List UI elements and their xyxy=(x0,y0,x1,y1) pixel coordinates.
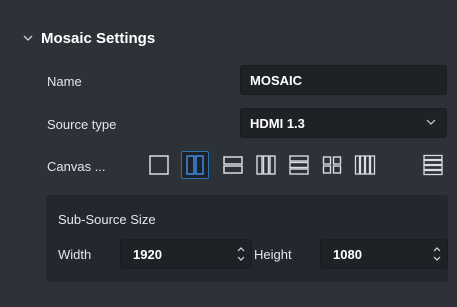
section-header-mosaic-settings[interactable]: Mosaic Settings xyxy=(0,22,457,56)
height-label: Height xyxy=(254,247,292,262)
section-title: Mosaic Settings xyxy=(41,30,156,47)
source-type-label: Source type xyxy=(47,117,117,132)
height-input[interactable]: 1080 xyxy=(320,239,448,269)
sub-source-size-panel: Sub-Source Size Width 1920 Height 1080 xyxy=(46,195,448,282)
height-value: 1080 xyxy=(333,246,362,262)
layout-split-horizontal-2-icon xyxy=(223,156,243,174)
layout-split-vertical-2-icon xyxy=(186,155,204,175)
layout-split-vertical-4-icon xyxy=(354,155,376,175)
layout-split-vertical-4-button[interactable] xyxy=(351,151,379,179)
layout-single-button[interactable] xyxy=(145,151,173,179)
sub-source-size-title: Sub-Source Size xyxy=(58,212,156,227)
layout-split-horizontal-2-button[interactable] xyxy=(219,151,247,179)
spinner-icon[interactable] xyxy=(237,245,245,263)
source-type-value: HDMI 1.3 xyxy=(250,115,305,131)
chevron-down-icon xyxy=(426,119,436,125)
chevron-down-icon xyxy=(23,35,33,41)
layout-split-vertical-2-button[interactable] xyxy=(181,151,209,179)
name-input[interactable]: MOSAIC xyxy=(240,65,447,95)
source-type-select[interactable]: HDMI 1.3 xyxy=(240,108,447,138)
name-label: Name xyxy=(47,74,82,89)
width-value: 1920 xyxy=(133,246,162,262)
layout-grid-2x2-icon xyxy=(322,156,342,174)
layout-single-icon xyxy=(149,155,169,175)
layout-split-horizontal-4-button[interactable] xyxy=(419,151,447,179)
layout-split-vertical-3-icon xyxy=(256,155,276,175)
width-label: Width xyxy=(58,247,92,262)
canvas-label: Canvas ... xyxy=(47,159,106,174)
spinner-icon[interactable] xyxy=(433,245,441,263)
layout-split-horizontal-3-button[interactable] xyxy=(285,151,313,179)
layout-split-vertical-3-button[interactable] xyxy=(252,151,280,179)
width-input[interactable]: 1920 xyxy=(120,239,252,269)
name-input-value: MOSAIC xyxy=(250,72,302,88)
layout-split-horizontal-4-icon xyxy=(423,154,443,176)
layout-split-horizontal-3-icon xyxy=(289,155,309,175)
layout-grid-2x2-button[interactable] xyxy=(318,151,346,179)
